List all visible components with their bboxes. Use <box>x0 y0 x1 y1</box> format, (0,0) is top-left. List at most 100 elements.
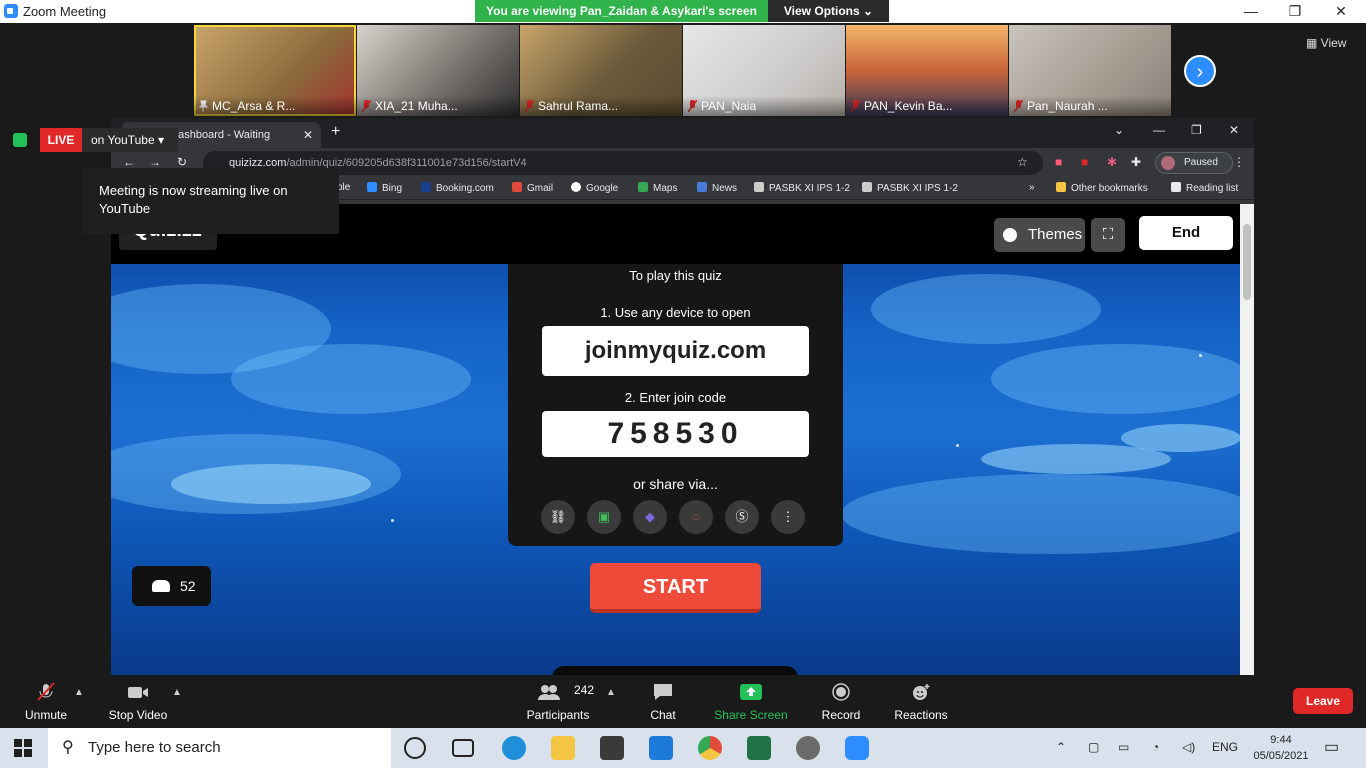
end-button[interactable]: End <box>1139 216 1233 250</box>
share-screen-label: Share Screen <box>714 708 788 722</box>
copy-link-icon[interactable]: ⛓ <box>541 500 575 534</box>
chat-button[interactable]: Chat <box>633 675 693 728</box>
video-tile[interactable]: XIA_21 Muha... <box>357 25 519 116</box>
view-layout-button[interactable]: ▦ View <box>1306 36 1346 50</box>
bookmark-item[interactable]: PASBK XI IPS 1-2 <box>862 182 958 194</box>
back-icon[interactable]: ← <box>123 155 135 169</box>
video-tile[interactable]: PAN_Naia <box>683 25 845 116</box>
browser-close-icon[interactable]: ✕ <box>1229 123 1239 137</box>
background-cloud <box>991 344 1240 414</box>
language-indicator[interactable]: ENG <box>1212 740 1238 754</box>
participants-button[interactable]: 242 Participants <box>520 675 596 728</box>
close-tab-icon[interactable]: ✕ <box>303 122 313 148</box>
forward-icon[interactable]: → <box>149 155 161 169</box>
video-tile[interactable]: Sahrul Rama... <box>520 25 682 116</box>
participants-caret-icon[interactable]: ▲ <box>606 687 616 698</box>
leave-button[interactable]: Leave <box>1293 688 1353 714</box>
taskbar-search-input[interactable]: ⚲ Type here to search <box>48 728 391 768</box>
more-share-options-icon[interactable]: ⋮ <box>771 500 805 534</box>
reading-list-button[interactable]: Reading list <box>1171 182 1238 194</box>
remind-icon[interactable]: ◌ <box>679 500 713 534</box>
share-screen-button[interactable]: Share Screen <box>712 675 790 728</box>
fullscreen-icon[interactable]: ⛶ <box>1091 218 1125 252</box>
volume-icon[interactable]: ◁) <box>1182 740 1195 754</box>
show-hidden-icons-icon[interactable]: ⌃ <box>1056 740 1066 754</box>
encryption-shield-icon[interactable] <box>13 133 27 147</box>
bookmark-item[interactable]: ple <box>337 182 350 193</box>
page-scrollbar[interactable] <box>1240 204 1254 675</box>
extensions-puzzle-icon[interactable]: ✚ <box>1131 155 1141 169</box>
unmute-label: Unmute <box>24 708 68 722</box>
bookmark-label: Google <box>586 183 619 194</box>
bookmark-item[interactable]: Gmail <box>512 182 553 194</box>
teams-icon[interactable]: ◆ <box>633 500 667 534</box>
profile-paused-badge[interactable]: Paused <box>1155 152 1233 174</box>
task-view-icon[interactable] <box>452 739 474 757</box>
bookmark-item[interactable]: News <box>697 182 737 194</box>
live-badge[interactable]: LIVE <box>40 128 82 152</box>
chrome-menu-icon[interactable]: ⋮ <box>1233 155 1245 169</box>
muted-microphone-icon <box>37 683 55 701</box>
video-tile[interactable]: Pan_Naurah ... <box>1009 25 1171 116</box>
cortana-icon[interactable] <box>404 737 426 759</box>
windows-start-icon[interactable] <box>14 739 32 757</box>
record-button[interactable]: Record <box>810 675 872 728</box>
join-site-box[interactable]: joinmyquiz.com <box>542 326 809 376</box>
bookmark-star-icon[interactable]: ☆ <box>1017 155 1028 169</box>
tab-search-icon[interactable]: ⌄ <box>1114 123 1124 137</box>
background-star <box>956 444 959 447</box>
reload-icon[interactable]: ↻ <box>177 155 187 169</box>
minimize-window-icon[interactable]: — <box>1228 0 1274 23</box>
new-tab-icon[interactable]: + <box>331 123 340 141</box>
join-code-box[interactable]: 758530 <box>542 411 809 457</box>
live-platform-dropdown[interactable]: on YouTube ▾ <box>82 128 178 152</box>
unmute-button[interactable]: Unmute <box>10 675 82 728</box>
background-cloud <box>841 474 1240 554</box>
more-bookmarks-icon[interactable]: » <box>1029 182 1035 193</box>
meet-now-icon[interactable]: ▢ <box>1088 740 1099 754</box>
microsoft-store-icon[interactable] <box>600 736 624 760</box>
start-button[interactable]: START <box>590 563 761 613</box>
extension-icon[interactable]: ✱ <box>1107 155 1117 169</box>
view-options-button[interactable]: View Options ⌄ <box>768 0 889 22</box>
google-classroom-icon[interactable]: ▣ <box>587 500 621 534</box>
bookmark-folder[interactable]: Other bookmarks <box>1056 182 1148 194</box>
pocket-extension-icon[interactable]: ■ <box>1055 155 1062 169</box>
notifications-icon[interactable]: ▭ <box>1324 737 1339 757</box>
taskbar-clock[interactable]: 9:44 05/05/2021 <box>1251 732 1311 764</box>
next-page-arrow-icon[interactable]: › <box>1184 55 1216 87</box>
video-options-caret-icon[interactable]: ▲ <box>172 687 182 698</box>
file-explorer-icon[interactable] <box>551 736 575 760</box>
browser-restore-icon[interactable]: ❐ <box>1191 123 1202 137</box>
record-icon <box>832 683 850 701</box>
mail-icon[interactable] <box>649 736 673 760</box>
bookmark-label: Maps <box>653 183 678 194</box>
video-tile[interactable]: PAN_Kevin Ba... <box>846 25 1008 116</box>
stop-video-button[interactable]: Stop Video <box>100 675 176 728</box>
bookmark-item[interactable]: Google <box>571 182 618 194</box>
chrome-icon[interactable] <box>698 736 722 760</box>
close-window-icon[interactable]: ✕ <box>1318 0 1364 23</box>
schoology-icon[interactable]: Ⓢ <box>725 500 759 534</box>
restore-window-icon[interactable]: ❐ <box>1272 0 1318 23</box>
excel-icon[interactable] <box>747 736 771 760</box>
wifi-icon[interactable]: ◔ <box>1152 740 1159 754</box>
settings-gear-icon[interactable] <box>796 736 820 760</box>
bookmark-item[interactable]: Maps <box>638 182 677 194</box>
video-tile[interactable]: MC_Arsa & R... <box>194 25 356 116</box>
reactions-button[interactable]: Reactions <box>888 675 954 728</box>
themes-button[interactable]: Themes <box>994 218 1085 252</box>
extension-icon[interactable]: ■ <box>1081 155 1088 169</box>
bookmark-item[interactable]: Bing <box>367 182 402 194</box>
edge-browser-icon[interactable] <box>502 736 526 760</box>
bookmark-item[interactable]: PASBK XI IPS 1-2 <box>754 182 850 194</box>
bookmark-item[interactable]: Booking.com <box>421 182 494 194</box>
browser-minimize-icon[interactable]: — <box>1153 123 1165 137</box>
audio-options-caret-icon[interactable]: ▲ <box>74 687 84 698</box>
zoom-taskbar-icon[interactable] <box>845 736 869 760</box>
scrollbar-thumb[interactable] <box>1243 224 1251 300</box>
battery-icon[interactable]: ▭ <box>1118 740 1129 754</box>
step-two-text: 2. Enter join code <box>624 390 727 405</box>
clock-date: 05/05/2021 <box>1253 750 1309 762</box>
live-platform-label: on YouTube <box>91 133 155 147</box>
